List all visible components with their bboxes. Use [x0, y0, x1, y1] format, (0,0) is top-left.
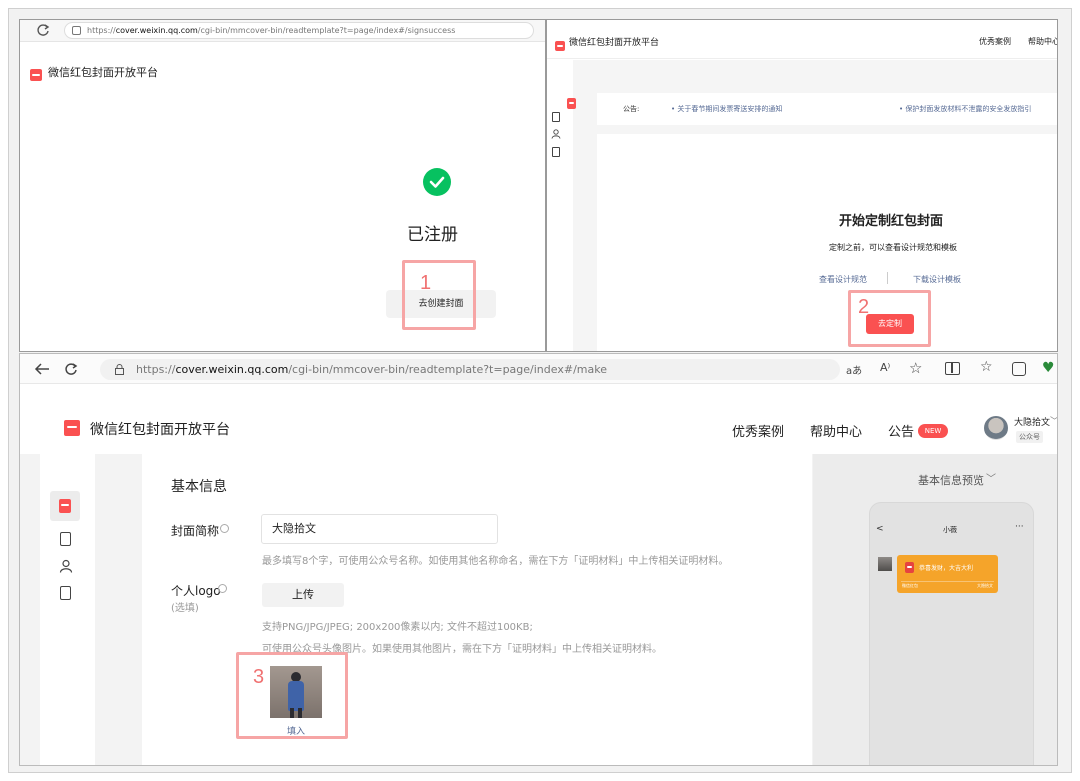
account-type-badge: 公众号	[1016, 431, 1043, 443]
lock-icon[interactable]	[114, 364, 125, 375]
link-divider	[887, 272, 888, 284]
user-name[interactable]: 大隐拾文	[1014, 415, 1050, 428]
site-info-icon[interactable]	[72, 26, 81, 35]
panel-registered: https://cover.weixin.qq.com/cgi-bin/mmco…	[19, 19, 546, 352]
notice-link-1[interactable]: • 关于春节期间发票寄送安排的通知	[671, 104, 782, 114]
field-name-hint: 最多填写8个字，可使用公众号名称。如使用其他名称命名，需在下方「证明材料」中上传…	[262, 556, 729, 567]
sidebar-item-cover[interactable]	[50, 491, 80, 521]
panel-start-customize: 微信红包封面开放平台 优秀案例 帮助中心 公告: • 关于春节期间发票寄送安排的…	[546, 19, 1058, 352]
sidebar-document-icon[interactable]	[60, 532, 71, 546]
back-arrow-icon[interactable]	[34, 362, 50, 376]
extensions-icon[interactable]: ♥	[1042, 361, 1055, 376]
field-name-label: 封面简称	[171, 524, 220, 538]
cover-name-value: 大隐拾文	[272, 522, 316, 535]
refresh-icon[interactable]	[64, 362, 78, 376]
favorites-icon[interactable]: ☆	[980, 360, 993, 375]
status-title: 已注册	[407, 225, 458, 245]
new-badge: NEW	[918, 424, 948, 438]
platform-logo-icon	[555, 41, 565, 51]
split-screen-icon[interactable]	[945, 362, 960, 375]
notice-label: 公告:	[623, 105, 640, 113]
notice-link-2[interactable]: • 保护封面发放材料不泄露的安全发放指引	[899, 104, 1031, 114]
favorite-star-icon[interactable]: ☆	[909, 361, 922, 376]
read-aloud-icon[interactable]: A⁾	[880, 361, 890, 374]
red-packet-bubble: 恭喜发财，大吉大利 微信红包 大隐拾文	[897, 555, 998, 593]
sidebar-list-icon[interactable]	[552, 147, 560, 157]
panel-make-cover: https://cover.weixin.qq.com/cgi-bin/mmco…	[19, 353, 1058, 766]
user-menu-chevron-icon[interactable]: ﹀	[1050, 414, 1057, 427]
url-host: cover.weixin.qq.com	[175, 363, 289, 376]
cover-icon	[59, 499, 71, 513]
phone-more-icon: ···	[1015, 522, 1024, 532]
step-number-2: 2	[858, 296, 870, 318]
bubble-text: 恭喜发财，大吉大利	[919, 565, 974, 572]
nav-cases[interactable]: 优秀案例	[979, 36, 1011, 47]
nav-notice[interactable]: 公告	[888, 421, 914, 440]
url-path: /cgi-bin/mmcover-bin/readtemplate?t=page…	[197, 26, 456, 35]
collections-icon[interactable]	[1012, 362, 1026, 376]
bubble-footer-left: 微信红包	[902, 583, 918, 588]
section-title: 基本信息	[171, 479, 227, 495]
nav-help[interactable]: 帮助中心	[810, 421, 862, 440]
phone-chat-name: 小薇	[943, 526, 957, 534]
cover-name-input[interactable]: 大隐拾文	[261, 514, 498, 544]
upload-label: 上传	[292, 588, 314, 601]
bubble-footer-right: 大隐拾文	[977, 583, 993, 588]
upload-button[interactable]: 上传	[262, 583, 344, 607]
preview-chevron-icon[interactable]: ﹀	[986, 470, 996, 485]
screenshot-collage: https://cover.weixin.qq.com/cgi-bin/mmco…	[8, 8, 1072, 773]
preview-title[interactable]: 基本信息预览	[918, 472, 984, 488]
sidebar-user-icon[interactable]	[551, 129, 561, 139]
platform-name: 微信红包封面开放平台	[90, 422, 230, 438]
url-prefix: https://	[136, 363, 176, 376]
avatar[interactable]	[984, 416, 1008, 440]
view-spec-link[interactable]: 查看设计规范	[819, 274, 867, 285]
nav-cases[interactable]: 优秀案例	[732, 421, 784, 440]
phone-chat-avatar	[878, 557, 892, 571]
main-card	[597, 134, 1057, 351]
url-prefix: https://	[87, 26, 116, 35]
platform-logo-icon	[30, 69, 42, 81]
platform-name: 微信红包封面开放平台	[569, 38, 660, 48]
main-subtitle: 定制之前，可以查看设计规范和模板	[829, 243, 957, 252]
field-logo-optional: (选填)	[171, 603, 199, 614]
sidebar-list-icon[interactable]	[60, 586, 71, 600]
sidebar-cover-icon[interactable]	[567, 98, 577, 109]
platform-logo-icon	[64, 420, 80, 436]
main-title: 开始定制红包封面	[839, 214, 944, 229]
step-number-1: 1	[420, 272, 432, 294]
url-path: /cgi-bin/mmcover-bin/readtemplate?t=page…	[288, 363, 607, 376]
address-bar[interactable]: https://cover.weixin.qq.com/cgi-bin/mmco…	[64, 22, 534, 39]
sidebar-user-icon[interactable]	[59, 559, 73, 573]
refresh-icon[interactable]	[36, 23, 50, 37]
nav-help[interactable]: 帮助中心	[1028, 36, 1057, 47]
field-logo-label: 个人logo	[171, 584, 221, 598]
address-bar[interactable]: https://cover.weixin.qq.com/cgi-bin/mmco…	[100, 359, 840, 380]
info-icon	[220, 524, 229, 533]
url-host: cover.weixin.qq.com	[115, 26, 198, 35]
highlight-box-1	[402, 260, 476, 330]
info-icon	[218, 584, 227, 593]
platform-name: 微信红包封面开放平台	[48, 66, 158, 79]
header-divider	[547, 58, 1057, 59]
phone-back-icon: <	[876, 524, 884, 534]
translate-icon[interactable]: aあ	[846, 362, 862, 377]
step-number-3: 3	[253, 666, 265, 688]
red-packet-icon	[905, 562, 914, 573]
phone-mockup	[869, 502, 1034, 765]
sidebar-document-icon[interactable]	[552, 112, 560, 122]
logo-hint-1: 支持PNG/JPG/JPEG; 200x200像素以内; 文件不超过100KB;	[262, 622, 533, 633]
download-template-link[interactable]: 下载设计模板	[913, 274, 961, 285]
success-check-icon	[423, 168, 451, 196]
